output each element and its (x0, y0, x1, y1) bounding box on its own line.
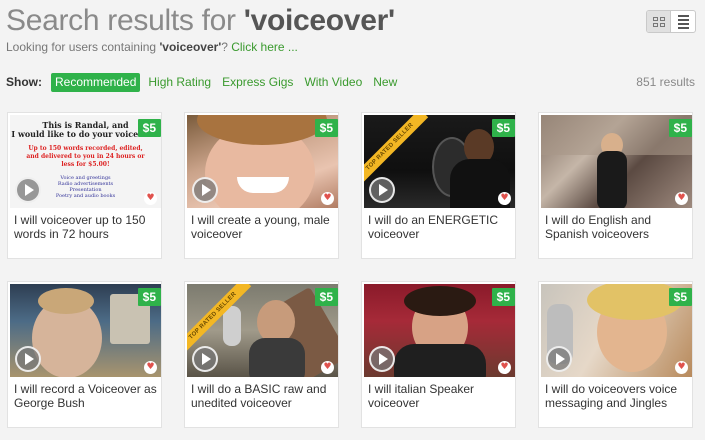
results-count: 851 results (636, 75, 695, 89)
list-view-icon (677, 14, 689, 29)
heart-icon[interactable]: ♥ (144, 192, 157, 205)
play-icon[interactable] (15, 177, 41, 203)
gig-thumbnail[interactable]: $5 ♥ (10, 284, 161, 377)
gig-title[interactable]: I will do English and Spanish voiceovers (545, 213, 688, 241)
headphones-shape (404, 286, 476, 316)
heart-icon[interactable]: ♥ (675, 192, 688, 205)
gig-thumbnail[interactable]: TOP RATED SELLER $5 ♥ (187, 284, 338, 377)
page-title: Search results for 'voiceover' (6, 4, 395, 38)
price-badge: $5 (668, 288, 692, 306)
gig-card[interactable]: TOP RATED SELLER $5 ♥ I will do a BASIC … (184, 281, 339, 428)
grid-view-button[interactable] (647, 11, 671, 32)
view-toggle (646, 10, 696, 33)
gig-title[interactable]: I will create a young, male voiceover (191, 213, 334, 241)
gig-title[interactable]: I will voiceover up to 150 words in 72 h… (14, 213, 157, 241)
top-rated-seller-ribbon: TOP RATED SELLER (187, 284, 252, 355)
gig-card[interactable]: $5 ♥ I will italian Speaker voiceover (361, 281, 516, 428)
heart-icon[interactable]: ♥ (498, 192, 511, 205)
gig-thumbnail[interactable]: TOP RATED SELLER $5 ♥ (364, 115, 515, 208)
price-badge: $5 (491, 119, 515, 137)
grid-view-icon (652, 16, 665, 27)
hair-shape (38, 288, 94, 314)
subtitle-query: 'voiceover' (159, 40, 222, 54)
person-body-shape (394, 344, 486, 377)
play-icon[interactable] (15, 346, 41, 372)
gig-card[interactable]: $5 ♥ I will create a young, male voiceov… (184, 112, 339, 259)
show-label: Show: (6, 75, 42, 89)
filter-express-gigs[interactable]: Express Gigs (222, 75, 293, 89)
gig-card[interactable]: This is Randal, and I would like to do y… (7, 112, 162, 259)
gig-thumbnail[interactable]: This is Randal, and I would like to do y… (10, 115, 161, 208)
heart-icon[interactable]: ♥ (498, 361, 511, 374)
person-body-shape (249, 338, 305, 377)
gig-title[interactable]: I will do an ENERGETIC voiceover (368, 213, 511, 241)
gig-thumbnail[interactable]: $5 ♥ (541, 284, 692, 377)
price-badge: $5 (491, 288, 515, 306)
gig-thumbnail[interactable]: $5 ♥ (187, 115, 338, 208)
heart-icon[interactable]: ♥ (321, 192, 334, 205)
filter-with-video[interactable]: With Video (304, 75, 362, 89)
subtitle-prefix: Looking for users containing (6, 40, 160, 54)
play-icon[interactable] (546, 346, 572, 372)
play-icon[interactable] (192, 177, 218, 203)
thumb-line: Up to 150 words recorded, edited, (28, 145, 143, 152)
title-prefix: Search results for (6, 4, 244, 37)
heart-icon[interactable]: ♥ (675, 361, 688, 374)
price-badge: $5 (137, 288, 161, 306)
thumb-line: and delivered to you in 24 hours or (26, 153, 145, 160)
filter-bar: Show: Recommended High Rating Express Gi… (6, 72, 696, 92)
play-icon[interactable] (369, 177, 395, 203)
subtitle-suffix: ? (221, 40, 232, 54)
gig-card[interactable]: $5 ♥ I will record a Voiceover as George… (7, 281, 162, 428)
gig-thumbnail[interactable]: $5 ♥ (541, 115, 692, 208)
gig-card[interactable]: TOP RATED SELLER $5 ♥ I will do an ENERG… (361, 112, 516, 259)
gig-title[interactable]: I will do voiceovers voice messaging and… (545, 382, 688, 410)
filter-recommended[interactable]: Recommended (51, 72, 141, 92)
price-badge: $5 (137, 119, 161, 137)
list-view-button[interactable] (671, 11, 695, 32)
gig-title[interactable]: I will do a BASIC raw and unedited voice… (191, 382, 334, 410)
gig-thumbnail[interactable]: $5 ♥ (364, 284, 515, 377)
gig-title[interactable]: I will italian Speaker voiceover (368, 382, 511, 410)
play-icon[interactable] (192, 346, 218, 372)
price-badge: $5 (314, 288, 338, 306)
filter-high-rating[interactable]: High Rating (148, 75, 211, 89)
gig-card[interactable]: $5 ♥ I will do voiceovers voice messagin… (538, 281, 693, 428)
top-rated-seller-ribbon: TOP RATED SELLER (364, 115, 429, 186)
search-users-link[interactable]: Click here ... (231, 40, 298, 54)
thumb-line: less for $5.00! (61, 161, 110, 168)
microphone-shape (223, 306, 241, 346)
heart-icon[interactable]: ♥ (321, 361, 334, 374)
person-body-shape (597, 151, 627, 208)
gig-card[interactable]: $5 ♥ I will do English and Spanish voice… (538, 112, 693, 259)
smile-shape (237, 177, 289, 193)
heart-icon[interactable]: ♥ (144, 361, 157, 374)
gig-title[interactable]: I will record a Voiceover as George Bush (14, 382, 157, 410)
play-icon[interactable] (369, 346, 395, 372)
price-badge: $5 (668, 119, 692, 137)
search-query: 'voiceover' (243, 4, 395, 37)
filter-new[interactable]: New (373, 75, 397, 89)
price-badge: $5 (314, 119, 338, 137)
search-subtitle: Looking for users containing 'voiceover'… (6, 40, 298, 54)
